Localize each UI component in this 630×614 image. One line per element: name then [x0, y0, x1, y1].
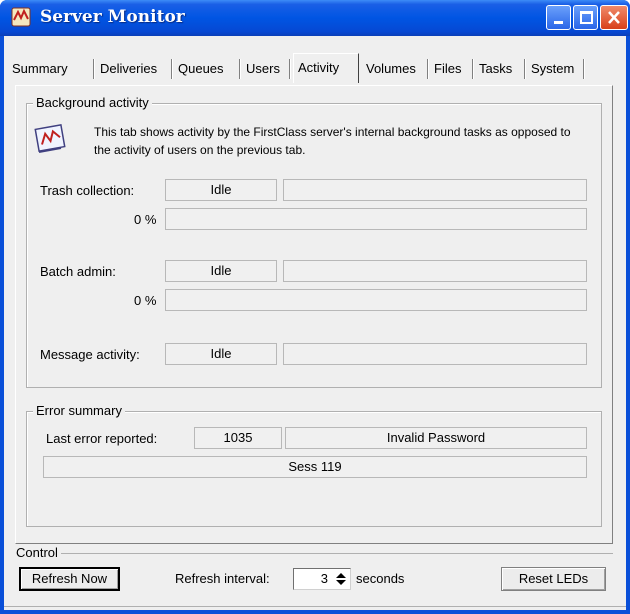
window-title: Server Monitor	[40, 7, 185, 27]
tab-label: Queues	[178, 61, 224, 76]
batch-admin-detail	[283, 260, 587, 282]
trash-collection-progress-bar	[165, 208, 587, 230]
close-icon	[608, 11, 620, 24]
batch-admin-status: Idle	[165, 260, 277, 282]
message-activity-label: Message activity:	[40, 347, 140, 362]
title-bar[interactable]: Server Monitor	[0, 0, 630, 36]
minimize-icon	[554, 21, 563, 24]
refresh-interval-label: Refresh interval:	[175, 571, 270, 586]
tab-label: Activity	[298, 60, 340, 75]
trash-collection-status: Idle	[165, 179, 277, 201]
tab-label: Tasks	[479, 61, 513, 76]
group-title: Background activity	[33, 95, 152, 110]
tab-files[interactable]: Files	[430, 56, 474, 82]
tab-label: Deliveries	[100, 61, 158, 76]
activity-description: This tab shows activity by the FirstClas…	[94, 125, 571, 157]
trash-collection-percent: 0 %	[134, 212, 157, 227]
refresh-now-button[interactable]: Refresh Now	[19, 567, 120, 591]
group-title: Error summary	[33, 403, 125, 418]
window-client-area: Summary Deliveries Queues Users Activity…	[4, 36, 626, 610]
tab-volumes[interactable]: Volumes	[362, 56, 429, 82]
tab-summary[interactable]: Summary	[8, 56, 95, 82]
activity-tab-page: Background activity This tab shows activ…	[15, 85, 613, 544]
batch-admin-label: Batch admin:	[40, 264, 116, 279]
group-title: Control	[13, 545, 61, 560]
background-activity-group: Background activity This tab shows activ…	[26, 95, 602, 388]
firstclass-app-icon	[11, 7, 31, 27]
status-divider	[4, 606, 626, 607]
tab-label: Volumes	[366, 61, 416, 76]
tab-activity[interactable]: Activity	[293, 53, 359, 83]
tab-deliveries[interactable]: Deliveries	[96, 56, 173, 82]
tab-label: Users	[246, 61, 280, 76]
batch-admin-percent: 0 %	[134, 293, 157, 308]
server-monitor-window: Server Monitor Summary Deliveries Queues	[0, 0, 630, 614]
close-button[interactable]	[600, 5, 628, 30]
last-error-code: 1035	[194, 427, 282, 449]
refresh-interval-unit: seconds	[356, 571, 405, 586]
message-activity-detail	[283, 343, 587, 365]
tab-system[interactable]: System	[527, 56, 585, 82]
maximize-button[interactable]	[573, 5, 598, 30]
tab-label: Files	[434, 61, 462, 76]
refresh-interval-value: 3	[320, 571, 328, 586]
tab-label: Summary	[12, 61, 68, 76]
last-error-label: Last error reported:	[46, 431, 158, 446]
trash-collection-detail	[283, 179, 587, 201]
trash-collection-label: Trash collection:	[40, 183, 135, 198]
last-error-session: Sess 119	[43, 456, 587, 478]
last-error-message: Invalid Password	[285, 427, 587, 449]
control-group: Control Refresh Now Refresh interval: 3 …	[13, 545, 613, 602]
message-activity-status: Idle	[165, 343, 277, 365]
spin-arrows-icon[interactable]	[335, 572, 347, 586]
reset-leds-button[interactable]: Reset LEDs	[501, 567, 606, 591]
maximize-icon	[580, 11, 593, 24]
tab-queues[interactable]: Queues	[174, 56, 241, 82]
activity-graph-icon	[34, 124, 66, 153]
refresh-interval-input[interactable]: 3	[293, 568, 351, 590]
error-summary-group: Error summary Last error reported: 1035 …	[26, 403, 602, 527]
tab-users[interactable]: Users	[242, 56, 291, 82]
tab-label: System	[531, 61, 575, 76]
minimize-button[interactable]	[546, 5, 571, 30]
tab-tasks[interactable]: Tasks	[475, 56, 526, 82]
batch-admin-progress-bar	[165, 289, 587, 311]
